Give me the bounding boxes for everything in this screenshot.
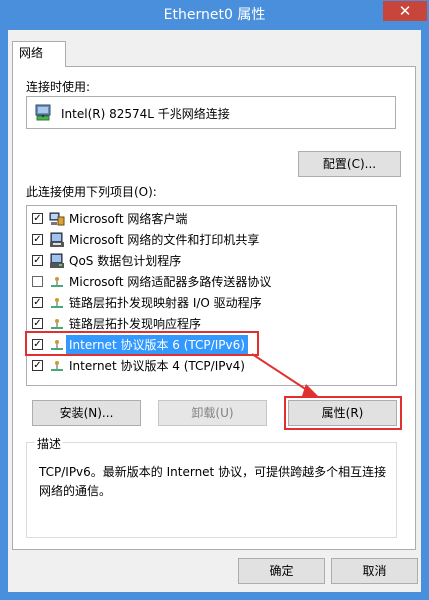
checkbox-checked[interactable]: ✓ bbox=[32, 213, 43, 224]
list-item[interactable]: ✓ 链路层拓扑发现映射器 I/O 驱动程序 bbox=[29, 293, 369, 313]
checkbox-checked[interactable]: ✓ bbox=[32, 234, 43, 245]
window-title: Ethernet0 属性 bbox=[163, 7, 266, 23]
configure-button[interactable]: 配置(C)... bbox=[298, 151, 401, 177]
properties-window: Ethernet0 属性 ✕ 网络 连接时使用: Intel(R) 82574L… bbox=[0, 0, 429, 600]
highlight-box-ipv6 bbox=[25, 331, 259, 356]
checkbox-unchecked[interactable] bbox=[32, 276, 43, 287]
protocol-icon bbox=[49, 274, 65, 290]
item-label: Microsoft 网络的文件和打印机共享 bbox=[69, 233, 260, 247]
checkbox-checked[interactable]: ✓ bbox=[32, 360, 43, 371]
checkbox-checked[interactable]: ✓ bbox=[32, 297, 43, 308]
ok-button[interactable]: 确定 bbox=[238, 558, 325, 584]
network-adapter-icon bbox=[35, 104, 51, 125]
checkbox-checked[interactable]: ✓ bbox=[32, 318, 43, 329]
highlight-box-properties bbox=[284, 396, 402, 430]
item-label: 链路层拓扑发现映射器 I/O 驱动程序 bbox=[69, 296, 262, 310]
protocol-icon bbox=[49, 316, 65, 332]
components-list[interactable]: ✓ Microsoft 网络客户端 ✓ Microsoft 网络的文件和打印机共… bbox=[26, 205, 397, 386]
file-printer-share-icon bbox=[49, 232, 65, 248]
title-bar[interactable]: Ethernet0 属性 ✕ bbox=[1, 1, 428, 30]
list-item[interactable]: Microsoft 网络适配器多路传送器协议 bbox=[29, 272, 369, 292]
item-label: QoS 数据包计划程序 bbox=[69, 254, 182, 268]
description-text: TCP/IPv6。最新版本的 Internet 协议，可提供跨越多个相互连接网络… bbox=[39, 465, 387, 498]
cancel-button[interactable]: 取消 bbox=[331, 558, 418, 584]
qos-icon bbox=[49, 253, 65, 269]
item-label: Internet 协议版本 4 (TCP/IPv4) bbox=[69, 359, 245, 373]
protocol-icon bbox=[49, 295, 65, 311]
adapter-name: Intel(R) 82574L 千兆网络连接 bbox=[61, 107, 230, 121]
close-button[interactable]: ✕ bbox=[383, 1, 427, 21]
tab-network[interactable]: 网络 bbox=[12, 41, 66, 67]
item-label: Microsoft 网络适配器多路传送器协议 bbox=[69, 275, 272, 289]
list-item[interactable]: ✓ Microsoft 网络客户端 bbox=[29, 209, 369, 229]
dialog-client: 网络 连接时使用: Intel(R) 82574L 千兆网络连接 配置(C)..… bbox=[8, 30, 421, 592]
checkbox-checked[interactable]: ✓ bbox=[32, 255, 43, 266]
description-title: 描述 bbox=[35, 435, 64, 452]
protocol-icon bbox=[49, 358, 65, 374]
connect-using-label: 连接时使用: bbox=[26, 80, 91, 94]
uninstall-button: 卸载(U) bbox=[158, 400, 267, 426]
adapter-field: Intel(R) 82574L 千兆网络连接 bbox=[26, 96, 396, 129]
install-button[interactable]: 安装(N)... bbox=[32, 400, 141, 426]
description-group: 描述 TCP/IPv6。最新版本的 Internet 协议，可提供跨越多个相互连… bbox=[26, 435, 397, 538]
list-item[interactable]: ✓ QoS 数据包计划程序 bbox=[29, 251, 369, 271]
list-item[interactable]: ✓ Microsoft 网络的文件和打印机共享 bbox=[29, 230, 369, 250]
items-label: 此连接使用下列项目(O): bbox=[26, 185, 157, 199]
network-client-icon bbox=[49, 211, 65, 227]
item-label: Microsoft 网络客户端 bbox=[69, 212, 188, 226]
